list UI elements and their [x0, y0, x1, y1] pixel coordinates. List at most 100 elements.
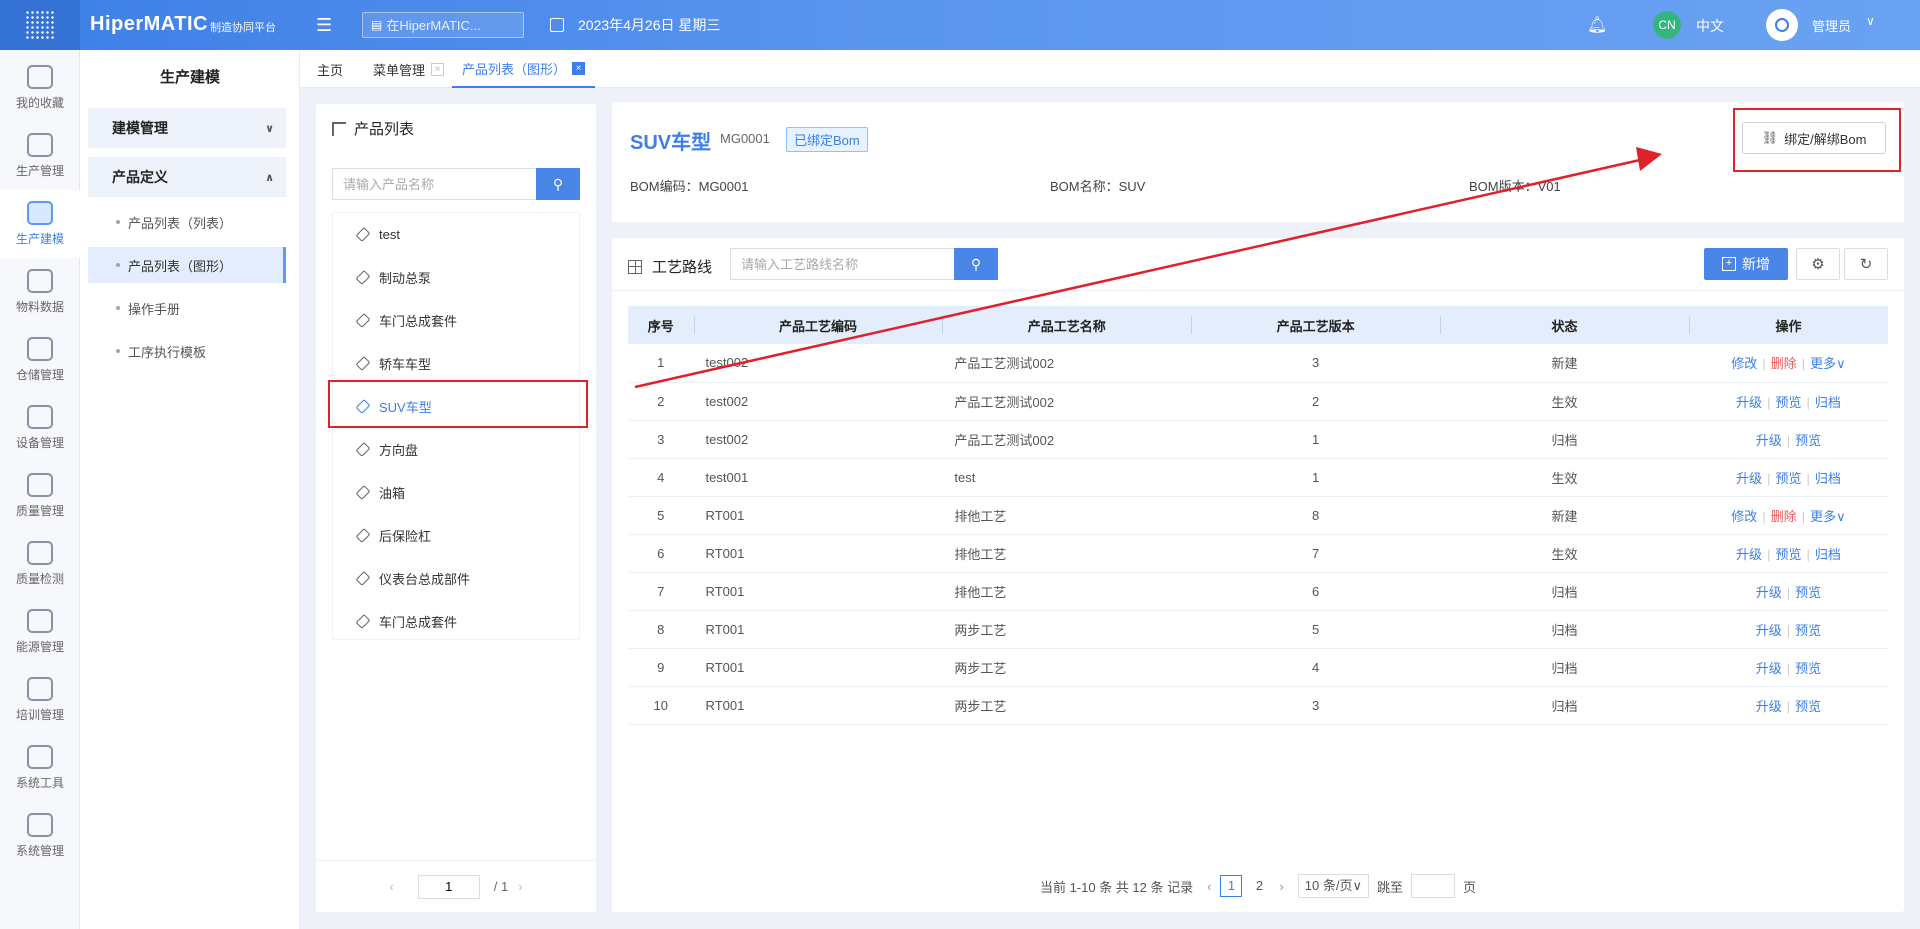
action-link[interactable]: 预览	[1775, 395, 1801, 410]
action-link[interactable]: 预览	[1795, 623, 1821, 638]
bom-version-field: BOM版本：V01	[1469, 179, 1561, 194]
action-link[interactable]: 归档	[1815, 395, 1841, 410]
action-link[interactable]: 升级	[1736, 471, 1762, 486]
nav-item-4[interactable]: 仓储管理	[0, 326, 80, 394]
nav-item-7[interactable]: 质量检测	[0, 530, 80, 598]
cell-version: 7	[1312, 545, 1320, 561]
bell-icon[interactable]: 🔔︎	[1587, 15, 1607, 35]
close-icon[interactable]: ×	[572, 61, 586, 75]
action-link[interactable]: 升级	[1756, 585, 1782, 600]
cell-name: 两步工艺	[954, 698, 1007, 714]
cell-name: test	[954, 469, 976, 485]
action-link[interactable]: 预览	[1795, 661, 1821, 676]
submenu-product-list-graph[interactable]: 产品列表（图形）	[88, 247, 286, 283]
cell-code: RT001	[705, 507, 745, 523]
close-icon[interactable]: ×	[431, 62, 445, 76]
nav-item-5[interactable]: 设备管理	[0, 394, 80, 462]
next-page-icon[interactable]: ›	[1279, 879, 1283, 894]
tag-icon	[355, 226, 371, 242]
submenu-product-list-table[interactable]: 产品列表（列表）	[88, 204, 286, 240]
cell-code: RT001	[705, 621, 745, 637]
add-button[interactable]: + 新增	[1704, 248, 1788, 280]
cube-icon	[27, 201, 53, 225]
prev-page-icon[interactable]: ‹	[1207, 879, 1211, 894]
app-grid-icon[interactable]	[0, 0, 80, 50]
language-switch[interactable]: 中文	[1696, 16, 1724, 36]
nav-item-10[interactable]: 系统工具	[0, 734, 80, 802]
search-button[interactable]: ⚲	[954, 248, 998, 280]
action-link[interactable]: 升级	[1756, 433, 1782, 448]
search-button[interactable]: ⚲	[536, 168, 580, 200]
action-link[interactable]: 删除	[1771, 356, 1797, 371]
search-icon: ⚲	[552, 175, 564, 192]
submenu-manual[interactable]: 操作手册	[88, 290, 286, 326]
user-name[interactable]: 管理员	[1812, 16, 1851, 35]
cell-no: 6	[657, 545, 665, 561]
action-link[interactable]: 更多∨	[1810, 356, 1846, 371]
action-link[interactable]: 预览	[1795, 585, 1821, 600]
action-link[interactable]: 升级	[1736, 547, 1762, 562]
page-input[interactable]	[417, 874, 480, 899]
page-size-select[interactable]: 10 条/页∨	[1297, 874, 1369, 898]
page-number[interactable]: 1	[1220, 874, 1243, 897]
list-item[interactable]: 油箱	[333, 471, 581, 513]
settings-button[interactable]: ⚙	[1796, 248, 1840, 280]
action-link[interactable]: 预览	[1775, 547, 1801, 562]
action-link[interactable]: 升级	[1756, 699, 1782, 714]
action-link[interactable]: 修改	[1731, 509, 1757, 524]
submenu-process-template[interactable]: 工序执行模板	[88, 333, 286, 369]
nav-item-0[interactable]: 我的收藏	[0, 54, 80, 122]
page-tabs: 主页 菜单管理 × 产品列表（图形） ×	[300, 50, 1920, 88]
list-item[interactable]: 车门总成套件	[333, 600, 581, 642]
bind-bom-button[interactable]: ⛓ 绑定/解绑Bom	[1742, 122, 1886, 154]
list-item[interactable]: 制动总泵	[333, 256, 581, 298]
nav-item-2[interactable]: 生产建模	[0, 190, 80, 258]
nav-item-8[interactable]: 能源管理	[0, 598, 80, 666]
action-link[interactable]: 归档	[1815, 471, 1841, 486]
action-link[interactable]: 升级	[1756, 623, 1782, 638]
nav-item-6[interactable]: 质量管理	[0, 462, 80, 530]
avatar[interactable]	[1766, 9, 1798, 41]
product-name: 车门总成套件	[379, 614, 458, 630]
refresh-button[interactable]: ↻	[1844, 248, 1888, 280]
action-link[interactable]: 升级	[1756, 661, 1782, 676]
action-link[interactable]: 预览	[1775, 471, 1801, 486]
action-link[interactable]: 预览	[1795, 433, 1821, 448]
list-item[interactable]: test	[333, 213, 581, 255]
language-badge[interactable]: CN	[1653, 11, 1681, 39]
tab-product-list-graph[interactable]: 产品列表（图形） ×	[452, 50, 596, 88]
action-link[interactable]: 更多∨	[1810, 509, 1846, 524]
global-search[interactable]: ▤	[362, 12, 524, 38]
jump-page-input[interactable]	[1411, 874, 1456, 898]
nav-item-11[interactable]: 系统管理	[0, 802, 80, 870]
chevron-down-icon[interactable]: ∨	[1866, 14, 1875, 28]
action-link[interactable]: 升级	[1736, 395, 1762, 410]
global-search-input[interactable]	[386, 17, 507, 33]
route-search-input[interactable]	[730, 248, 954, 280]
page-number[interactable]: 2	[1248, 876, 1270, 898]
list-item[interactable]: 轿车车型	[333, 342, 581, 384]
prev-page-icon[interactable]: ‹	[389, 879, 393, 894]
group-product-definition[interactable]: 产品定义 ∧	[88, 157, 286, 197]
tab-menu-management[interactable]: 菜单管理 ×	[373, 50, 445, 88]
next-page-icon[interactable]: ›	[518, 879, 522, 894]
action-link[interactable]: 删除	[1771, 509, 1797, 524]
nav-item-1[interactable]: 生产管理	[0, 122, 80, 190]
action-link[interactable]: 归档	[1815, 547, 1841, 562]
cell-no: 1	[657, 355, 665, 371]
group-modeling-management[interactable]: 建模管理 ∨	[88, 108, 286, 148]
action-link[interactable]: 预览	[1795, 699, 1821, 714]
nav-item-3[interactable]: 物料数据	[0, 258, 80, 326]
list-item[interactable]: 仪表台总成部件	[333, 557, 581, 599]
menu-toggle-icon[interactable]: ☰	[316, 14, 336, 36]
product-search-input[interactable]	[332, 168, 536, 200]
list-item[interactable]: 车门总成套件	[333, 299, 581, 341]
action-link[interactable]: 修改	[1731, 356, 1757, 371]
list-item[interactable]: 后保险杠	[333, 514, 581, 556]
bom-name-field: BOM名称：SUV	[1050, 179, 1146, 194]
cell-no: 7	[657, 583, 665, 599]
list-item[interactable]: 方向盘	[333, 428, 581, 470]
list-item[interactable]: SUV车型	[333, 385, 581, 427]
nav-item-9[interactable]: 培训管理	[0, 666, 80, 734]
tab-home[interactable]: 主页	[317, 50, 343, 88]
